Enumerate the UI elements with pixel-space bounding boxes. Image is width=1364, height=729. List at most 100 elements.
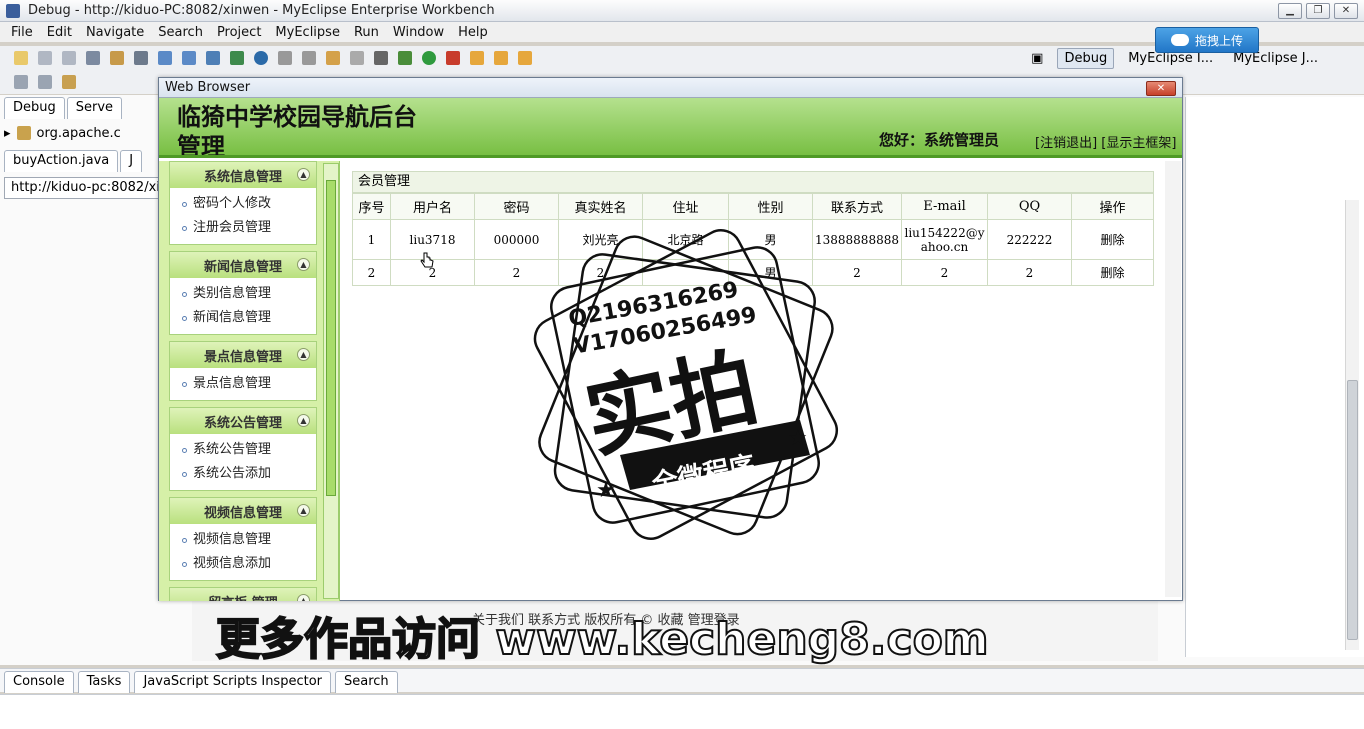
tab-other[interactable]: J [120,150,143,172]
nav-item[interactable]: 注册会员管理 [182,216,316,240]
tab-js-inspector[interactable]: JavaScript Scripts Inspector [134,671,331,693]
external-tools-icon[interactable] [446,51,460,65]
nav-item[interactable]: 系统公告管理 [182,438,316,462]
main-content: 会员管理 序号 用户名 密码 真实姓名 住址 性别 联系方式 E-mail QQ… [342,161,1164,597]
gear-icon [16,126,31,140]
binary-icon[interactable] [86,51,100,65]
back-icon[interactable] [62,75,76,89]
close-button[interactable]: ✕ [1334,3,1358,19]
delete-link[interactable]: 删除 [1070,259,1155,286]
pencil-icon[interactable] [494,51,508,65]
nav-scrollbar[interactable] [323,163,339,599]
chevron-up-icon[interactable]: ▲ [297,594,310,601]
site-header: 临猗中学校园导航后台管理 您好：系统管理员 [注销退出] [显示主框架] [159,98,1182,158]
cloud-icon [1170,34,1189,46]
nav-group-header[interactable]: 系统公告管理 ▲ [170,408,316,434]
bullet-icon [182,471,187,477]
menu-project[interactable]: Project [210,25,268,40]
nav-item[interactable]: 景点信息管理 [182,372,316,396]
menu-edit[interactable]: Edit [40,25,79,40]
menu-myeclipse[interactable]: MyEclipse [268,25,347,40]
wizard2-icon[interactable] [182,51,196,65]
expand-arrow-icon[interactable]: ▸ [4,126,11,141]
menu-navigate[interactable]: Navigate [79,25,151,40]
open-folder-icon[interactable] [470,51,484,65]
menu-search[interactable]: Search [151,25,210,40]
wizard-icon[interactable] [158,51,172,65]
nav-item[interactable]: 新闻信息管理 [182,306,316,330]
scrollbar-thumb[interactable] [1347,380,1358,640]
chevron-up-icon[interactable]: ▲ [297,348,310,361]
nav-group-header[interactable]: 视频信息管理 ▲ [170,498,316,524]
run-icon[interactable] [422,51,436,65]
minimize-button[interactable]: ▁ [1278,3,1302,19]
nav-group: 留言板 管理 ▲ [169,587,317,601]
nav-item-label: 视频信息添加 [193,556,272,571]
browser-close-button[interactable]: ✕ [1146,81,1176,96]
col-header: 操作 [1070,193,1155,220]
open-perspective-icon[interactable]: ▣ [1025,49,1049,68]
chevron-up-icon[interactable]: ▲ [297,168,310,181]
server-icon[interactable] [134,51,148,65]
debug-icon[interactable] [398,51,412,65]
print-icon[interactable] [62,51,76,65]
web-browser-window: Web Browser ✕ 临猗中学校园导航后台管理 您好：系统管理员 [注销退… [158,77,1183,601]
tab-search[interactable]: Search [335,671,398,693]
save-icon[interactable] [38,51,52,65]
debug-tree-row[interactable]: ▸ org.apache.c [4,122,121,144]
nav-item[interactable]: 视频信息添加 [182,552,316,576]
upload-button[interactable]: 拖拽上传 [1155,27,1259,53]
nav-group-header[interactable]: 留言板 管理 ▲ [170,588,316,601]
menu-file[interactable]: File [4,25,40,40]
tab-console[interactable]: Console [4,671,74,693]
package-icon[interactable] [326,51,340,65]
chevron-up-icon[interactable]: ▲ [297,414,310,427]
content-scrollbar[interactable] [1165,161,1181,597]
prev-annotation-icon[interactable] [14,75,28,89]
header-links: [注销退出] [显示主框架] [1035,132,1176,151]
settings-icon[interactable] [350,51,364,65]
nav-group-header[interactable]: 新闻信息管理 ▲ [170,252,316,278]
delete-link[interactable]: 删除 [1070,219,1155,260]
tab-tasks[interactable]: Tasks [77,671,131,693]
cell: 2 [900,259,988,286]
tab-debug[interactable]: Debug [4,97,65,119]
paste-icon[interactable] [302,51,316,65]
maximize-button[interactable]: ❐ [1306,3,1330,19]
globe-icon[interactable] [254,51,268,65]
web-icon[interactable] [230,51,244,65]
tab-buyaction[interactable]: buyAction.java [4,150,119,172]
copy-icon[interactable] [278,51,292,65]
logout-link[interactable]: [注销退出] [1035,136,1097,151]
new-icon[interactable] [14,51,28,65]
perspective-debug[interactable]: Debug [1057,48,1115,69]
nav-group: 系统信息管理 ▲ 密码个人修改 注册会员管理 [169,161,317,245]
menu-window[interactable]: Window [386,25,451,40]
nav-item[interactable]: 密码个人修改 [182,192,316,216]
nav-item[interactable]: 系统公告添加 [182,462,316,486]
next-annotation-icon[interactable] [38,75,52,89]
editor-scrollbar[interactable] [1345,200,1359,650]
nav-group-header[interactable]: 景点信息管理 ▲ [170,342,316,368]
window-controls: ▁ ❐ ✕ [1278,3,1358,19]
show-frame-link[interactable]: [显示主框架] [1101,136,1176,151]
nav-item[interactable]: 视频信息管理 [182,528,316,552]
chevron-up-icon[interactable]: ▲ [297,258,310,271]
window-title: Debug - http://kiduo-PC:8082/xinwen - My… [28,3,495,18]
deploy-icon[interactable] [110,51,124,65]
nav-item[interactable]: 类别信息管理 [182,282,316,306]
table-header-row: 序号 用户名 密码 真实姓名 住址 性别 联系方式 E-mail QQ 操作 [352,193,1155,220]
open-type-icon[interactable] [518,51,532,65]
cell: 刘光亮 [558,219,643,260]
bullet-icon [182,225,187,231]
menu-help[interactable]: Help [451,25,495,40]
monitor-icon[interactable] [374,51,388,65]
nav-group-header[interactable]: 系统信息管理 ▲ [170,162,316,188]
chevron-up-icon[interactable]: ▲ [297,504,310,517]
db-icon[interactable] [206,51,220,65]
url-field[interactable]: http://kiduo-pc:8082/xinw [4,177,162,199]
menu-run[interactable]: Run [347,25,386,40]
nav-group-title: 视频信息管理 [203,505,282,521]
nav-scrollbar-thumb[interactable] [326,180,336,496]
tab-servers[interactable]: Serve [66,97,123,119]
